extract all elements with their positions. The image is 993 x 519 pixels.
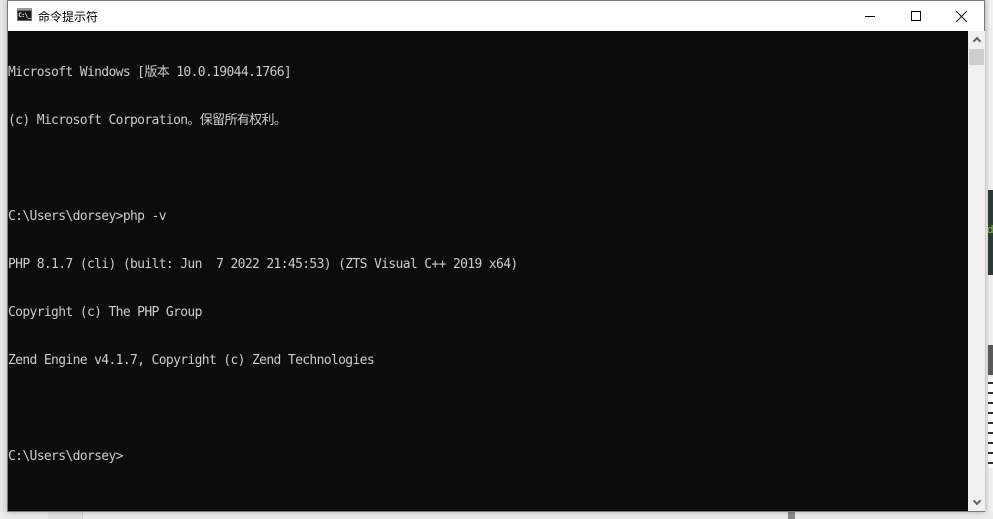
background-partial-text: d bbox=[987, 223, 993, 236]
background-gray-panel bbox=[988, 345, 993, 375]
background-divider bbox=[788, 512, 795, 519]
background-bottom-strip bbox=[0, 512, 993, 519]
close-button[interactable] bbox=[939, 1, 985, 31]
maximize-button[interactable] bbox=[893, 1, 939, 31]
console-line: Zend Engine v4.1.7, Copyright (c) Zend T… bbox=[8, 353, 375, 368]
console-line: PHP 8.1.7 (cli) (built: Jun 7 2022 21:45… bbox=[8, 257, 518, 272]
scroll-down-button[interactable] bbox=[968, 494, 985, 511]
minimize-icon bbox=[865, 15, 875, 17]
chevron-down-icon bbox=[972, 496, 981, 506]
background-tab bbox=[48, 512, 83, 519]
chevron-up-icon bbox=[972, 36, 981, 46]
console-text: Microsoft Windows [版本 10.0.19044.1766] (… bbox=[8, 33, 518, 497]
console-line: (c) Microsoft Corporation。保留所有权利。 bbox=[8, 113, 287, 128]
console-icon[interactable]: C:\_ bbox=[17, 8, 32, 21]
console-output[interactable]: Microsoft Windows [版本 10.0.19044.1766] (… bbox=[8, 31, 968, 511]
title-bar[interactable]: C:\_ 命令提示符 bbox=[8, 1, 984, 31]
background-window-edge: d bbox=[987, 0, 993, 519]
console-line: Copyright (c) The PHP Group bbox=[8, 305, 202, 320]
close-icon bbox=[956, 10, 968, 22]
window-title: 命令提示符 bbox=[38, 10, 99, 24]
background-garbled-text bbox=[988, 378, 993, 468]
console-line: Microsoft Windows [版本 10.0.19044.1766] bbox=[8, 65, 292, 80]
minimize-button[interactable] bbox=[847, 1, 893, 31]
scroll-up-button[interactable] bbox=[968, 31, 985, 48]
console-prompt[interactable]: C:\Users\dorsey> bbox=[8, 449, 518, 465]
console-line: C:\Users\dorsey>php -v bbox=[8, 209, 167, 224]
vertical-scrollbar[interactable] bbox=[968, 31, 985, 511]
console-icon-label: C:\_ bbox=[18, 12, 31, 19]
command-prompt-window: C:\_ 命令提示符 Microsoft Windows [版本 10.0.19… bbox=[7, 0, 985, 512]
scroll-thumb[interactable] bbox=[969, 49, 984, 65]
maximize-icon bbox=[911, 11, 921, 21]
